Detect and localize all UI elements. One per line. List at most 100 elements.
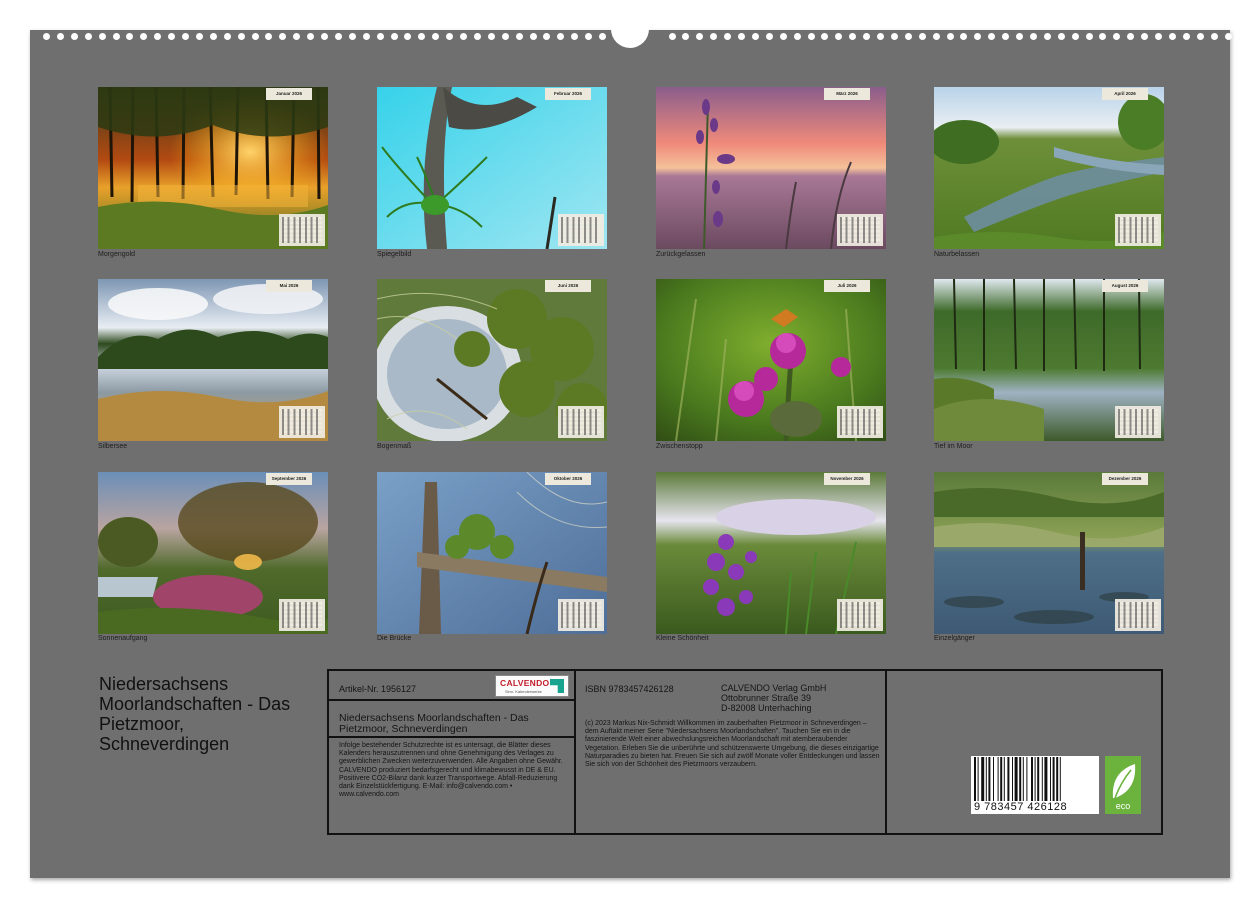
mini-calendar-grid [279, 599, 325, 631]
binding-ring [446, 33, 454, 40]
month-thumbnail-december: Dezember 2026 [934, 472, 1164, 634]
binding-ring [1127, 33, 1135, 40]
binding-ring [223, 33, 231, 40]
binding-ring [390, 33, 398, 40]
publisher-info-box: Artikel-Nr. 1956127 CALVENDO Sinn. Kalen… [327, 669, 1163, 835]
binding-ring [473, 33, 481, 40]
publisher-name: CALVENDO Verlag GmbH [721, 683, 827, 693]
mini-calendar-grid [279, 406, 325, 438]
calvendo-logo-text: CALVENDO [500, 678, 550, 688]
eco-badge: eco [1105, 756, 1141, 814]
barcode-bar [1041, 757, 1043, 801]
binding-ring [1224, 33, 1232, 40]
barcode-bar [1052, 757, 1055, 801]
month-thumbnail-march: März 2026 [656, 87, 886, 249]
binding-ring [904, 33, 912, 40]
binding-ring [543, 33, 551, 40]
photo-caption: Morgengold [98, 251, 135, 258]
binding-ring [126, 33, 134, 40]
barcode-bar [1019, 757, 1022, 801]
binding-ring [56, 33, 64, 40]
month-label: Mai 2026 [266, 280, 312, 292]
barcode-bar [1050, 757, 1051, 801]
binding-ring [1016, 33, 1023, 40]
calendar-title: Niedersachsens Moorlandschaften - Das Pi… [99, 674, 291, 754]
month-label: Oktober 2026 [545, 473, 591, 485]
binding-ring [585, 33, 593, 40]
month-label: Juni 2026 [545, 280, 591, 292]
eco-label: eco [1115, 801, 1131, 811]
binding-ring [43, 33, 50, 40]
binding-ring [724, 33, 732, 40]
binding-ring [738, 33, 745, 40]
month-label: Januar 2026 [266, 88, 312, 100]
photo-caption: Einzelgänger [934, 635, 975, 642]
mini-calendar-grid [1115, 599, 1161, 631]
binding-ring [793, 33, 801, 40]
mini-calendar-grid [1115, 406, 1161, 438]
photo-caption: Die Brücke [377, 635, 412, 642]
barcode-bar [993, 757, 994, 801]
month-label: Februar 2026 [545, 88, 591, 100]
barcode-bar [988, 757, 991, 801]
binding-ring [960, 33, 968, 40]
month-thumbnail-november: November 2026 [656, 472, 886, 634]
mini-calendar-grid [1115, 214, 1161, 246]
binding-ring [1210, 33, 1218, 40]
photo-caption: Kleine Schönheit [656, 635, 709, 642]
column-divider [885, 671, 887, 833]
month-thumbnail-june: Juni 2026 [377, 279, 607, 441]
barcode-bar [1026, 757, 1028, 801]
binding-ring [1141, 33, 1149, 40]
binding-ring [696, 33, 704, 40]
calendar-description: (c) 2023 Markus Nix-Schmidt Willkommen i… [585, 720, 880, 769]
binding-ring [154, 33, 162, 40]
barcode-bar [1044, 757, 1048, 801]
month-thumbnail-january: Januar 2026 [98, 87, 328, 249]
binding-ring [182, 33, 189, 40]
barcode-bar [981, 757, 985, 801]
binding-ring [1182, 33, 1190, 40]
mini-calendar-grid [558, 214, 604, 246]
binding-ring [404, 33, 412, 40]
binding-ring [265, 33, 273, 40]
binding-ring [751, 33, 759, 40]
barcode-number: 9 783457 426128 [974, 801, 1068, 813]
month-thumbnail-february: Februar 2026 [377, 87, 607, 249]
mini-calendar-grid [837, 599, 883, 631]
photo-caption: Naturbelassen [934, 251, 980, 258]
barcode-bar [1059, 757, 1061, 801]
isbn: ISBN 9783457426128 [585, 684, 674, 694]
binding-ring [918, 33, 926, 40]
binding-ring [209, 33, 217, 40]
month-thumbnail-august: August 2026 [934, 279, 1164, 441]
binding-ring [877, 33, 884, 40]
binding-ring [1071, 33, 1079, 40]
binding-ring [1057, 33, 1065, 40]
binding-ring [348, 33, 356, 40]
binding-ring [1168, 33, 1176, 40]
binding-ring [807, 33, 815, 40]
month-label: August 2026 [1102, 280, 1148, 292]
binding-ring [599, 33, 606, 40]
binding-ring [293, 33, 301, 40]
binding-ring [1196, 33, 1204, 40]
binding-ring [84, 33, 92, 40]
binding-ring [501, 33, 509, 40]
binding-ring [932, 33, 940, 40]
mini-calendar-grid [837, 214, 883, 246]
binding-ring [1029, 33, 1037, 40]
binding-ring [863, 33, 871, 40]
barcode-bar [1034, 757, 1036, 801]
binding-ring [710, 33, 718, 40]
calvendo-logo-tagline: Sinn. Kalenderwerke [505, 689, 542, 694]
month-thumbnail-april: April 2026 [934, 87, 1164, 249]
binding-ring [460, 33, 467, 40]
binding-ring [334, 33, 342, 40]
month-label: Dezember 2026 [1102, 473, 1148, 485]
publisher-address: CALVENDO Verlag GmbH Ottobrunner Straße … [721, 683, 826, 713]
calvendo-logo: CALVENDO Sinn. Kalenderwerke [495, 675, 569, 697]
binding-ring [362, 33, 370, 40]
photo-caption: Zwischenstopp [656, 443, 703, 450]
binding-ring [279, 33, 287, 40]
